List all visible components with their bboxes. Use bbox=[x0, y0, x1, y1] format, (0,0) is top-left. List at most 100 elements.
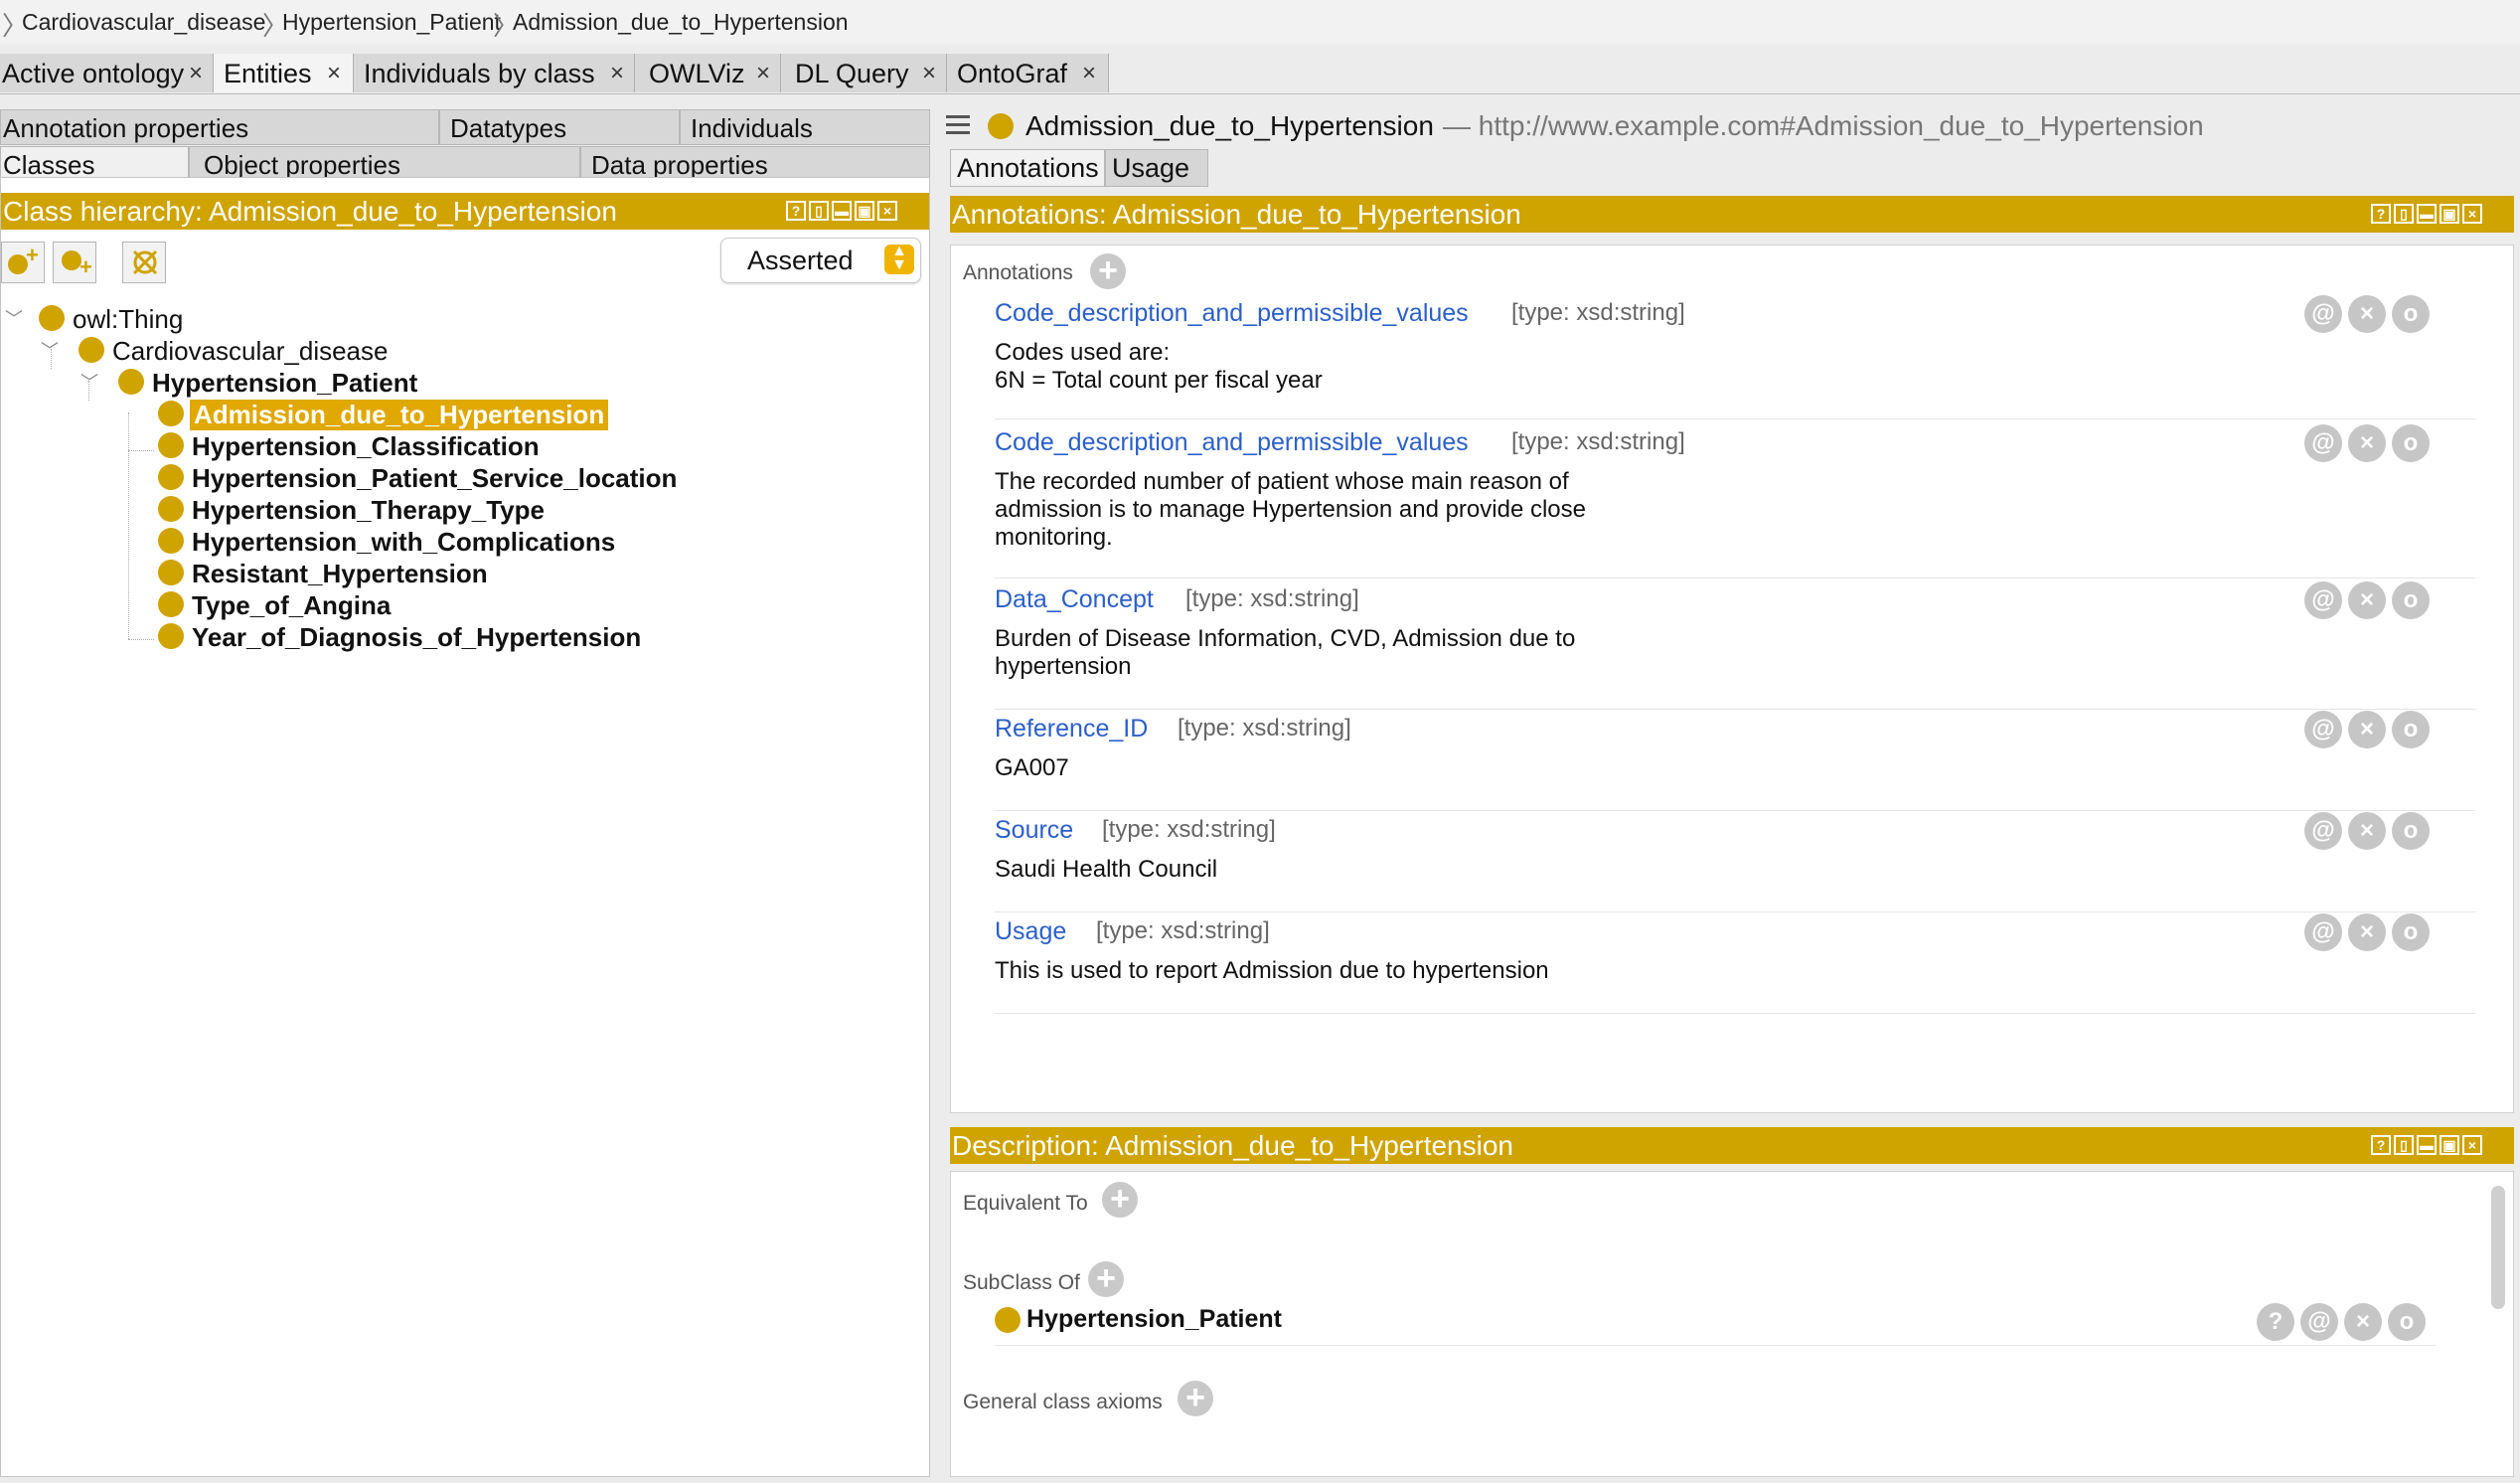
maximize-icon[interactable]: ▣ bbox=[2440, 1135, 2459, 1155]
tab-label: OntoGraf bbox=[957, 59, 1068, 88]
delete-button[interactable]: × bbox=[2344, 1303, 2382, 1341]
annotation-type: [type: xsd:string] bbox=[1185, 585, 1359, 612]
breadcrumb-item[interactable]: Cardiovascular_disease bbox=[22, 9, 265, 36]
split-icon[interactable]: ▯ bbox=[2394, 204, 2414, 224]
annotation-row-buttons: @ × o bbox=[2304, 295, 2430, 333]
add-equivalent-button[interactable]: + bbox=[1102, 1182, 1138, 1218]
delete-button[interactable]: × bbox=[2348, 812, 2386, 850]
add-annotation-button[interactable]: + bbox=[1090, 253, 1126, 289]
tab-owlviz[interactable]: OWLViz × bbox=[635, 54, 781, 92]
edit-button[interactable]: o bbox=[2392, 424, 2430, 462]
minimize-icon[interactable]: ▬ bbox=[2417, 204, 2437, 224]
close-icon[interactable]: × bbox=[610, 60, 624, 87]
menu-icon[interactable] bbox=[946, 115, 970, 135]
subtab-individuals[interactable]: Individuals bbox=[680, 109, 930, 145]
tab-active-ontology[interactable]: Active ontology × bbox=[0, 54, 214, 92]
chevron-down-icon[interactable]: ﹀ bbox=[41, 337, 59, 363]
close-icon[interactable]: × bbox=[1082, 60, 1096, 87]
tab-usage[interactable]: Usage bbox=[1105, 149, 1208, 187]
entity-header: Admission_due_to_Hypertension — http://w… bbox=[938, 107, 2520, 147]
maximize-icon[interactable]: ▣ bbox=[2440, 204, 2459, 224]
edit-button[interactable]: o bbox=[2392, 295, 2430, 333]
delete-button[interactable]: × bbox=[2348, 295, 2386, 333]
help-icon[interactable]: ? bbox=[2371, 204, 2391, 224]
tab-individuals-by-class[interactable]: Individuals by class × bbox=[354, 54, 635, 92]
close-icon[interactable]: × bbox=[2462, 204, 2482, 224]
tab-dl-query[interactable]: DL Query × bbox=[781, 54, 947, 92]
annotation-property-link[interactable]: Code_description_and_permissible_values bbox=[995, 428, 1469, 457]
chevron-down-icon[interactable]: ﹀ bbox=[80, 369, 98, 395]
close-icon[interactable]: × bbox=[2462, 1135, 2482, 1155]
tree-node-label: Hypertension_Patient bbox=[152, 368, 418, 398]
delete-class-button[interactable] bbox=[122, 242, 166, 283]
hierarchy-mode-select[interactable]: Asserted ▲ ▼ bbox=[720, 238, 921, 283]
subtab-annotation-properties[interactable]: Annotation properties bbox=[0, 109, 439, 145]
annotate-button[interactable]: @ bbox=[2304, 424, 2342, 462]
scrollbar[interactable] bbox=[2491, 1186, 2505, 1309]
tab-ontograf[interactable]: OntoGraf × bbox=[947, 54, 1109, 92]
select-value: Asserted bbox=[747, 246, 854, 275]
annotation-row: Data_Concept [type: xsd:string] Burden o… bbox=[995, 581, 2475, 710]
breadcrumb-item[interactable]: Hypertension_Patient bbox=[282, 9, 501, 36]
chevron-updown-icon: ▲ ▼ bbox=[884, 244, 914, 274]
delete-button[interactable]: × bbox=[2348, 424, 2386, 462]
plus-icon: + bbox=[26, 243, 39, 267]
add-general-axiom-button[interactable]: + bbox=[1178, 1381, 1213, 1416]
tab-label: OWLViz bbox=[649, 59, 745, 88]
chevron-down-icon[interactable]: ﹀ bbox=[5, 305, 23, 331]
tab-label: Annotations bbox=[957, 153, 1099, 183]
annotate-button[interactable]: @ bbox=[2304, 913, 2342, 951]
annotation-type: [type: xsd:string] bbox=[1178, 715, 1351, 742]
superclass-row: Hypertension_Patient ? @ × o bbox=[995, 1301, 2436, 1346]
minimize-icon[interactable]: ▬ bbox=[2417, 1135, 2437, 1155]
delete-button[interactable]: × bbox=[2348, 913, 2386, 951]
annotation-property-link[interactable]: Usage bbox=[995, 917, 1066, 946]
close-icon[interactable]: × bbox=[189, 60, 203, 87]
delete-button[interactable]: × bbox=[2348, 581, 2386, 619]
superclass-name[interactable]: Hypertension_Patient bbox=[1026, 1305, 1282, 1334]
annotation-type: [type: xsd:string] bbox=[1511, 299, 1685, 326]
annotation-row-buttons: @ × o bbox=[2304, 812, 2430, 850]
annotate-button[interactable]: @ bbox=[2304, 711, 2342, 748]
plus-icon: + bbox=[79, 254, 92, 279]
superclass-row-buttons: ? @ × o bbox=[2257, 1303, 2426, 1341]
description-panel: Equivalent To + SubClass Of + Hypertensi… bbox=[950, 1171, 2514, 1477]
annotation-property-link[interactable]: Code_description_and_permissible_values bbox=[995, 299, 1469, 328]
help-icon[interactable]: ? bbox=[2371, 1135, 2391, 1155]
annotation-value: Saudi Health Council bbox=[995, 856, 1218, 883]
tree-node-label: Resistant_Hypertension bbox=[192, 559, 488, 588]
split-icon[interactable]: ▯ bbox=[2394, 1135, 2414, 1155]
annotate-button[interactable]: @ bbox=[2300, 1303, 2338, 1341]
breadcrumb-item[interactable]: Admission_due_to_Hypertension bbox=[513, 9, 849, 36]
maximize-icon[interactable]: ▣ bbox=[855, 201, 874, 221]
close-icon[interactable]: × bbox=[922, 60, 936, 87]
annotation-property-link[interactable]: Data_Concept bbox=[995, 585, 1154, 614]
delete-button[interactable]: × bbox=[2348, 711, 2386, 748]
close-icon[interactable]: × bbox=[877, 201, 897, 221]
subtab-datatypes[interactable]: Datatypes bbox=[439, 109, 680, 145]
add-subclass-button[interactable]: + bbox=[1, 242, 45, 283]
explain-button[interactable]: ? bbox=[2257, 1303, 2294, 1341]
add-sibling-class-button[interactable]: + bbox=[53, 242, 96, 283]
edit-button[interactable]: o bbox=[2388, 1303, 2426, 1341]
annotation-row-buttons: @ × o bbox=[2304, 711, 2430, 748]
annotate-button[interactable]: @ bbox=[2304, 812, 2342, 850]
close-icon[interactable]: × bbox=[756, 60, 770, 87]
edit-button[interactable]: o bbox=[2392, 581, 2430, 619]
edit-button[interactable]: o bbox=[2392, 913, 2430, 951]
edit-button[interactable]: o bbox=[2392, 711, 2430, 748]
annotate-button[interactable]: @ bbox=[2304, 581, 2342, 619]
minimize-icon[interactable]: ▬ bbox=[832, 201, 852, 221]
annotate-button[interactable]: @ bbox=[2304, 295, 2342, 333]
add-superclass-button[interactable]: + bbox=[1088, 1261, 1124, 1297]
split-icon[interactable]: ▯ bbox=[809, 201, 829, 221]
annotation-property-link[interactable]: Reference_ID bbox=[995, 715, 1148, 743]
annotation-property-link[interactable]: Source bbox=[995, 816, 1073, 845]
edit-button[interactable]: o bbox=[2392, 812, 2430, 850]
annotations-section-label: Annotations bbox=[963, 261, 1073, 284]
tab-annotations[interactable]: Annotations bbox=[950, 149, 1105, 187]
help-icon[interactable]: ? bbox=[786, 201, 806, 221]
tab-entities[interactable]: Entities × bbox=[214, 54, 354, 92]
close-icon[interactable]: × bbox=[327, 60, 341, 87]
annotation-row-buttons: @ × o bbox=[2304, 913, 2430, 951]
